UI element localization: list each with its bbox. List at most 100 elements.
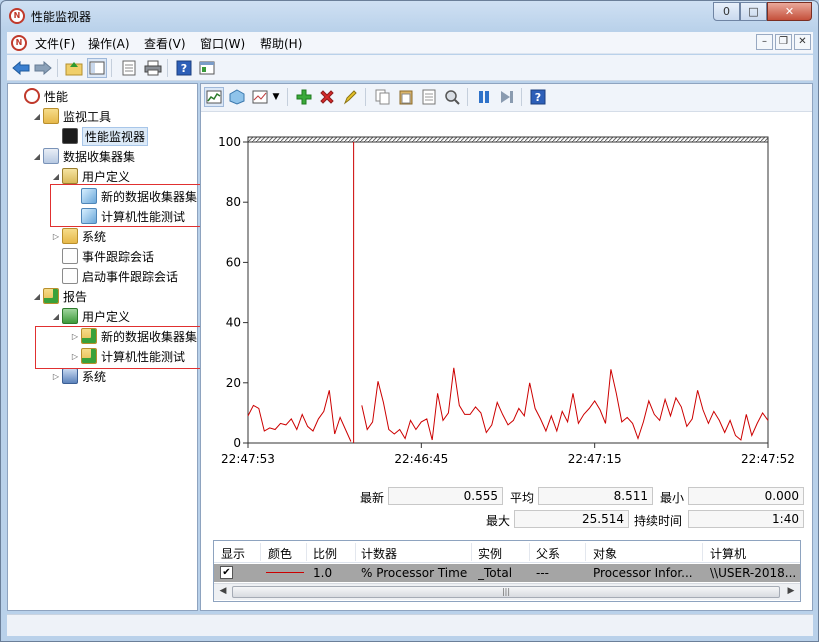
expand-arrow-icon[interactable]: ▷ (50, 232, 62, 241)
print-icon[interactable] (143, 58, 163, 78)
performance-monitor-app-icon[interactable]: N (9, 8, 25, 24)
counter-legend-table: 显示 颜色 比例 计数器 实例 父系 对象 计算机 ✔ 1.0 % Proces… (213, 540, 801, 602)
freeze-display-icon[interactable] (227, 87, 247, 107)
menu-action[interactable]: 操作(A) (88, 35, 130, 52)
zoom-icon[interactable] (442, 87, 462, 107)
column-header-computer[interactable]: 计算机 (710, 545, 746, 562)
counter-cell: % Processor Time (361, 566, 468, 580)
y-tick-label: 80 (226, 195, 241, 209)
highlight-box-report-sets (35, 326, 218, 369)
tree-item-label: 用户定义 (82, 169, 131, 184)
menu-help[interactable]: 帮助(H) (260, 35, 302, 52)
column-header-color[interactable]: 颜色 (268, 545, 292, 562)
menu-view[interactable]: 查看(V) (144, 35, 186, 52)
tree-item-14[interactable]: ▷ 系统 (50, 367, 106, 385)
scroll-thumb[interactable]: ||| (232, 586, 780, 598)
tree-item-2[interactable]: 性能监视器 (50, 126, 149, 146)
tree-item-7[interactable]: ▷ 系统 (50, 227, 106, 245)
expand-arrow-icon[interactable]: ◢ (31, 112, 43, 121)
tree-item-8[interactable]: 事件跟踪会话 (50, 247, 154, 265)
show-hide-tree-icon[interactable] (87, 58, 107, 78)
tree-item-label: 性能监视器 (82, 126, 149, 146)
console-icon[interactable] (197, 58, 217, 78)
expand-arrow-icon[interactable]: ◢ (31, 152, 43, 161)
show-checkbox[interactable]: ✔ (220, 566, 233, 579)
tree-item-4[interactable]: ◢ 用户定义 (50, 167, 130, 185)
back-icon[interactable] (11, 58, 31, 78)
scroll-right-icon[interactable]: ▶ (784, 586, 798, 598)
view-graph-icon[interactable] (204, 87, 224, 107)
dropdown-arrow-icon[interactable]: ▼ (271, 87, 281, 107)
scroll-left-icon[interactable]: ◀ (216, 586, 230, 598)
expand-arrow-icon[interactable]: ◢ (31, 292, 43, 301)
pause-icon[interactable] (474, 87, 494, 107)
expand-arrow-icon[interactable]: ◢ (50, 312, 62, 321)
tree-item-1[interactable]: ◢ 监视工具 (31, 107, 111, 125)
minimum-value: 0.000 (688, 487, 804, 505)
minimize-button[interactable]: 0 (713, 2, 740, 21)
perf-icon (24, 88, 40, 104)
mdi-restore-button[interactable]: ❐ (775, 34, 792, 50)
help-icon[interactable]: ? (174, 58, 194, 78)
close-button[interactable]: ✕ (767, 2, 812, 21)
tree-item-10[interactable]: ◢ 报告 (31, 287, 87, 305)
forward-icon[interactable] (33, 58, 53, 78)
main-window: N 性能监视器 0 □ ✕ N 文件(F) 操作(A) 查看(V) 窗口(W) … (0, 0, 819, 642)
column-header-counter[interactable]: 计数器 (361, 545, 397, 562)
expand-arrow-icon[interactable]: ◢ (50, 172, 62, 181)
window-title: 性能监视器 (31, 10, 92, 24)
legend-header-row: 显示 颜色 比例 计数器 实例 父系 对象 计算机 (214, 541, 800, 563)
tree-item-9[interactable]: 启动事件跟踪会话 (50, 267, 178, 285)
line-chart: 100 80 60 40 20 0 22:47:53 22:46:45 22:47:15 22:4… (218, 135, 795, 466)
report-icon (43, 288, 59, 304)
sys-icon (62, 368, 78, 384)
highlight-box-data-collector-sets (50, 184, 210, 227)
tree-item-0[interactable]: 性能 (12, 87, 68, 105)
menu-file[interactable]: 文件(F) (35, 35, 75, 52)
tree-item-label: 启动事件跟踪会话 (82, 269, 179, 284)
paste-counter-list-icon[interactable] (396, 87, 416, 107)
column-header-object[interactable]: 对象 (593, 545, 617, 562)
minimum-label: 最小 (660, 491, 685, 505)
tree-item-3[interactable]: ◢ 数据收集器集 (31, 147, 135, 165)
x-tick-label: 22:47:52 (741, 452, 795, 466)
menu-window[interactable]: 窗口(W) (200, 35, 245, 52)
y-tick-label: 100 (218, 135, 241, 149)
y-tick-label: 40 (226, 316, 241, 330)
counter-row[interactable]: ✔ 1.0 % Processor Time _Total --- Proces… (214, 564, 800, 582)
monitor-icon (62, 128, 78, 144)
highlight-icon[interactable] (340, 87, 360, 107)
tree-item-11[interactable]: ◢ 用户定义 (50, 307, 130, 325)
delete-counter-icon[interactable] (317, 87, 337, 107)
column-header-show[interactable]: 显示 (221, 545, 245, 562)
statistics-bar: 最新 0.555 平均 8.511 最小 0.000 最大 25.514 持续时… (201, 484, 812, 530)
graph-help-icon[interactable]: ? (528, 87, 548, 107)
instance-cell: _Total (478, 566, 513, 580)
maximize-button[interactable]: □ (740, 2, 767, 21)
update-data-icon[interactable] (497, 87, 517, 107)
y-tick-label: 20 (226, 376, 241, 390)
user-icon (62, 168, 78, 184)
folder-icon (62, 228, 78, 244)
copy-properties-icon[interactable] (373, 87, 393, 107)
duration-label: 持续时间 (634, 514, 683, 528)
system-menu-icon[interactable]: N (11, 35, 27, 51)
mdi-close-button[interactable]: ✕ (794, 34, 811, 50)
column-header-instance[interactable]: 实例 (478, 545, 502, 562)
graph-area[interactable]: 100 80 60 40 20 0 22:47:53 22:46:45 22:47:15 22:4… (201, 113, 812, 483)
graph-properties-icon[interactable] (419, 87, 439, 107)
change-graph-type-icon[interactable] (250, 87, 270, 107)
computer-cell: \\USER-2018... (710, 566, 797, 580)
column-header-scale[interactable]: 比例 (313, 545, 337, 562)
mdi-minimize-button[interactable]: – (756, 34, 773, 50)
up-folder-icon[interactable] (64, 58, 84, 78)
expand-arrow-icon[interactable]: ▷ (50, 372, 62, 381)
horizontal-scrollbar[interactable]: ◀ ||| ▶ (214, 583, 800, 600)
add-counter-icon[interactable] (294, 87, 314, 107)
main-toolbar: ? (7, 55, 813, 81)
dcs-icon (43, 148, 59, 164)
properties-icon[interactable] (119, 58, 139, 78)
x-tick-label: 22:47:15 (568, 452, 622, 466)
object-cell: Processor Infor... (593, 566, 693, 580)
column-header-parent[interactable]: 父系 (536, 545, 560, 562)
